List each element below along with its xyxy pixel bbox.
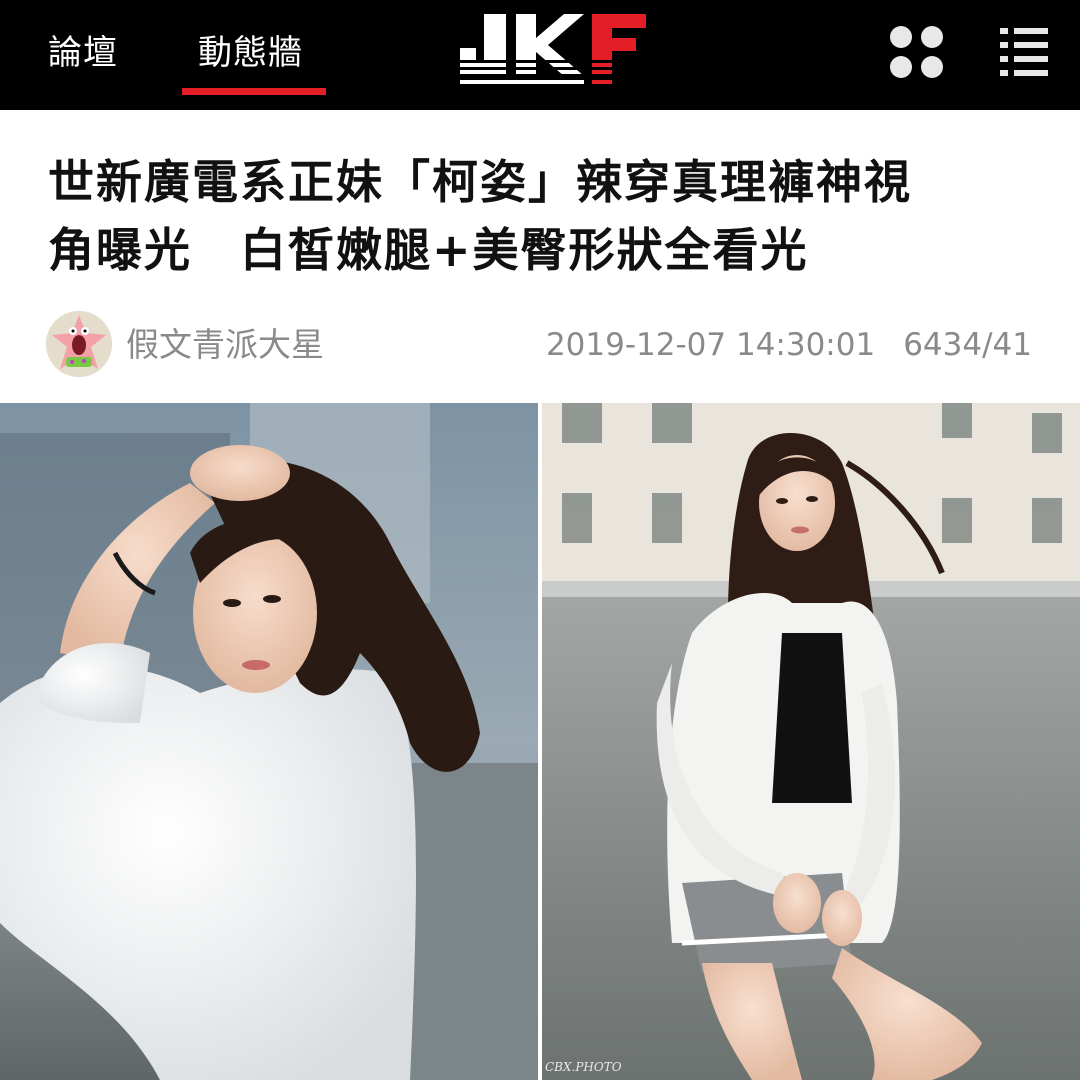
menu-list-icon[interactable]: [996, 26, 1054, 80]
top-navigation-bar: 論壇 動態牆: [0, 0, 1080, 110]
article-title-line-1: 世新廣電系正妹「柯姿」辣穿真理褲神視: [48, 155, 912, 209]
author-avatar[interactable]: [46, 311, 112, 377]
view-reply-count: 6434/41: [903, 327, 1032, 363]
article-photo-left[interactable]: [0, 403, 538, 1080]
article-title: 世新廣電系正妹「柯姿」辣穿真理褲神視 角曝光 白皙嫩腿+美臀形狀全看光: [48, 148, 1048, 284]
apps-grid-icon[interactable]: [884, 20, 952, 88]
tab-forum[interactable]: 論壇: [48, 28, 118, 78]
author-name[interactable]: 假文青派大星: [126, 320, 324, 370]
article-photo-right[interactable]: [542, 403, 1080, 1080]
article-title-line-2: 角曝光 白皙嫩腿+美臀形狀全看光: [48, 223, 809, 277]
tab-activity-wall[interactable]: 動態牆: [198, 28, 303, 78]
jkf-logo[interactable]: [460, 14, 650, 90]
post-datetime: 2019-12-07 14:30:01: [545, 327, 876, 363]
article-meta: 2019-12-07 14:30:01 6434/41: [546, 320, 1032, 370]
photo-watermark: CBX.PHOTO: [545, 1060, 622, 1074]
active-tab-indicator: [182, 88, 326, 95]
